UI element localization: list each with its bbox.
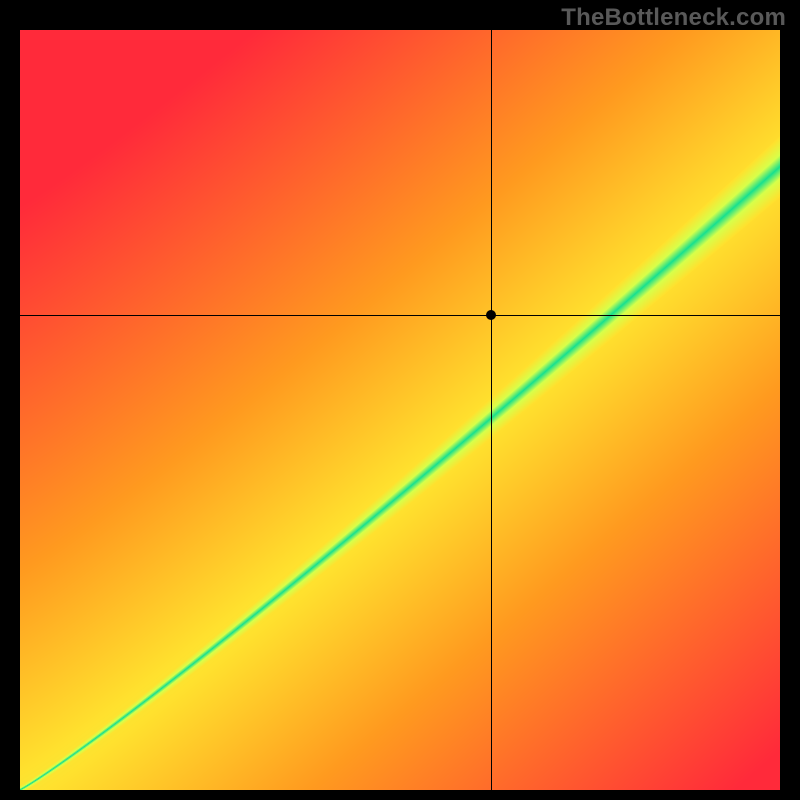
watermark-text: TheBottleneck.com	[561, 4, 786, 32]
crosshair-marker	[486, 310, 496, 320]
plot-area	[20, 30, 780, 790]
crosshair-vertical	[491, 30, 492, 790]
chart-frame: TheBottleneck.com	[0, 0, 800, 800]
crosshair-horizontal	[20, 315, 780, 316]
heatmap-canvas	[20, 30, 780, 790]
